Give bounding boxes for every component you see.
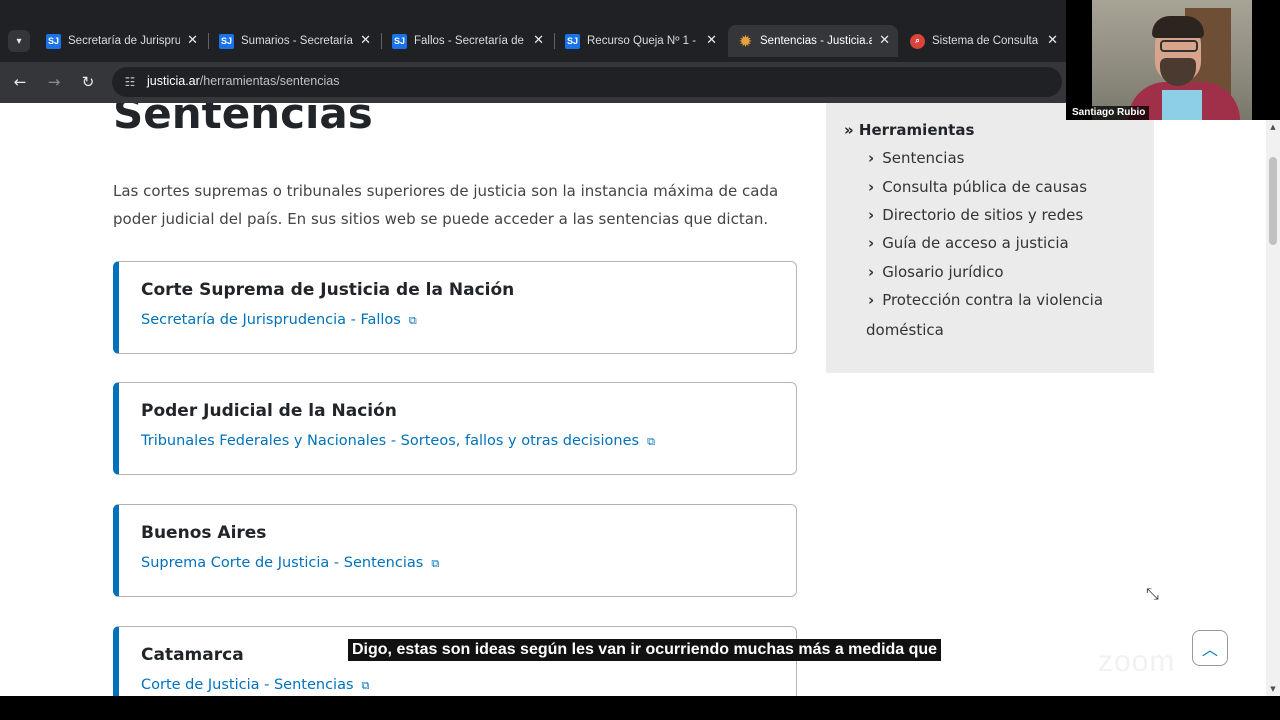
sidebar-item-label[interactable]: Guía de acceso a justicia (882, 234, 1069, 252)
tab-secretaria-jurisprudencia[interactable]: SJ Secretaría de Jurisprudencia ✕ (36, 25, 209, 57)
forward-arrow-icon[interactable]: → (42, 70, 66, 94)
card-link[interactable]: Suprema Corte de Justicia - Sentencias ⧉ (141, 555, 439, 571)
chevron-right-icon: › (868, 234, 875, 252)
address-bar[interactable]: ☷ justicia.ar/herramientas/sentencias (112, 67, 1062, 97)
close-tab-icon[interactable]: ✕ (879, 32, 890, 48)
sidebar-item-proteccion[interactable]: › Protección contra la violencia (868, 291, 1103, 309)
chevron-right-icon: › (868, 206, 875, 224)
close-tab-icon[interactable]: ✕ (533, 32, 544, 48)
participant-hair (1152, 16, 1204, 38)
sidebar-item-consulta[interactable]: › Consulta pública de causas (868, 178, 1087, 196)
tab-title: Secretaría de Jurisprudencia (68, 35, 180, 47)
external-link-icon: ⧉ (647, 435, 655, 448)
card-link-text[interactable]: Suprema Corte de Justicia - Sentencias (141, 555, 423, 571)
card-link[interactable]: Tribunales Federales y Nacionales - Sort… (141, 433, 655, 449)
sidebar-item-label-continued[interactable]: doméstica (866, 321, 944, 339)
sidebar-item-sentencias[interactable]: › Sentencias (868, 149, 964, 167)
chevron-up-icon: ︿ (1201, 640, 1218, 659)
sj-favicon-icon: SJ (392, 33, 407, 49)
sidebar-item-label[interactable]: Sentencias (882, 149, 964, 167)
web-page: Sentencias Las cortes supremas o tribuna… (0, 103, 1266, 696)
tab-title: Sumarios - Secretaría (241, 35, 353, 47)
external-link-icon: ⧉ (431, 557, 440, 570)
sidebar-item-label[interactable]: Protección contra la violencia (882, 291, 1103, 309)
url-host: justicia.ar (147, 74, 200, 88)
back-arrow-icon[interactable]: ← (8, 70, 32, 94)
court-card: Buenos Aires Suprema Corte de Justicia -… (113, 504, 797, 597)
participant-name-label: Santiago Rubio (1068, 106, 1150, 120)
scroll-up-arrow-icon[interactable]: ▲ (1266, 120, 1280, 134)
sidebar-title[interactable]: » Herramientas (844, 121, 974, 139)
url-text: justicia.ar/herramientas/sentencias (147, 74, 339, 88)
tab-sentencias[interactable]: ✹ Sentencias - Justicia.ar ✕ (728, 25, 898, 57)
sidebar-item-label[interactable]: Directorio de sitios y redes (882, 206, 1083, 224)
court-card: Catamarca Corte de Justicia - Sentencias… (113, 626, 797, 696)
external-link-icon: ⧉ (408, 314, 417, 327)
pdf-favicon-icon: ⌕ (910, 33, 925, 49)
browser-toolbar: ← → ↻ ☷ justicia.ar/herramientas/sentenc… (0, 62, 1066, 103)
scroll-down-arrow-icon[interactable]: ▼ (1266, 682, 1280, 696)
card-title: Buenos Aires (141, 523, 267, 543)
court-card: Corte Suprema de Justicia de la Nación S… (113, 261, 797, 354)
close-tab-icon[interactable]: ✕ (706, 32, 717, 48)
card-title: Catamarca (141, 645, 244, 665)
sidebar-item-directorio[interactable]: › Directorio de sitios y redes (868, 206, 1083, 224)
tab-title: Sentencias - Justicia.ar (760, 35, 872, 47)
close-tab-icon[interactable]: ✕ (187, 32, 198, 48)
back-to-top-button[interactable]: ︿ (1192, 630, 1228, 666)
chevron-right-icon: › (868, 178, 875, 196)
close-tab-icon[interactable]: ✕ (360, 32, 371, 48)
bottom-black-bar (0, 696, 1280, 720)
video-frame-border (1066, 0, 1092, 120)
participant-glasses (1160, 40, 1198, 52)
sj-favicon-icon: SJ (46, 33, 61, 49)
sj-favicon-icon: SJ (219, 33, 234, 49)
card-link-text[interactable]: Corte de Justicia - Sentencias (141, 677, 354, 693)
tab-title: Sistema de Consultas (932, 35, 1038, 47)
tab-title: Recurso Queja Nº 1 - (587, 35, 697, 47)
sidebar-item-guia[interactable]: › Guía de acceso a justicia (868, 234, 1069, 252)
sun-favicon-icon: ✹ (739, 32, 752, 49)
zoom-watermark: zoom (1098, 645, 1176, 678)
reload-icon[interactable]: ↻ (76, 70, 100, 94)
sidebar-item-label[interactable]: Consulta pública de causas (882, 178, 1087, 196)
live-caption: Digo, estas son ideas según les van ir o… (348, 639, 942, 661)
tab-title: Fallos - Secretaría de (414, 35, 524, 47)
card-title: Corte Suprema de Justicia de la Nación (141, 280, 515, 300)
close-tab-icon[interactable]: ✕ (1047, 32, 1058, 48)
court-card: Poder Judicial de la Nación Tribunales F… (113, 382, 797, 475)
sj-favicon-icon: SJ (565, 33, 580, 49)
card-link[interactable]: Secretaría de Jurisprudencia - Fallos ⧉ (141, 312, 417, 328)
external-link-icon: ⧉ (361, 679, 370, 692)
tab-fallos[interactable]: SJ Fallos - Secretaría de ✕ (382, 25, 555, 57)
card-link[interactable]: Corte de Justicia - Sentencias ⧉ (141, 677, 369, 693)
tab-recurso-queja[interactable]: SJ Recurso Queja Nº 1 - ✕ (555, 25, 725, 57)
tab-sistema-consultas[interactable]: ⌕ Sistema de Consultas ✕ (900, 25, 1066, 57)
chevron-right-icon: › (868, 263, 875, 281)
tab-search-button[interactable]: ▾ (8, 30, 30, 52)
site-settings-icon[interactable]: ☷ (122, 74, 138, 90)
sidebar-item-label[interactable]: Glosario jurídico (882, 263, 1003, 281)
card-link-text[interactable]: Tribunales Federales y Nacionales - Sort… (141, 433, 639, 449)
intro-paragraph: Las cortes supremas o tribunales superio… (113, 182, 779, 228)
participant-shirt (1162, 90, 1202, 120)
page-title: Sentencias (113, 103, 373, 138)
resize-arrows-icon[interactable]: ⤡ (1146, 584, 1164, 603)
chevron-right-icon: › (868, 149, 875, 167)
video-frame-border (1252, 0, 1280, 120)
scrollbar-thumb[interactable] (1269, 157, 1277, 245)
card-link-text[interactable]: Secretaría de Jurisprudencia - Fallos (141, 312, 401, 328)
chevron-right-icon: › (868, 291, 875, 309)
card-title: Poder Judicial de la Nación (141, 401, 397, 421)
sidebar-item-glosario[interactable]: › Glosario jurídico (868, 263, 1004, 281)
url-path: /herramientas/sentencias (199, 74, 340, 88)
tab-sumarios[interactable]: SJ Sumarios - Secretaría ✕ (209, 25, 382, 57)
